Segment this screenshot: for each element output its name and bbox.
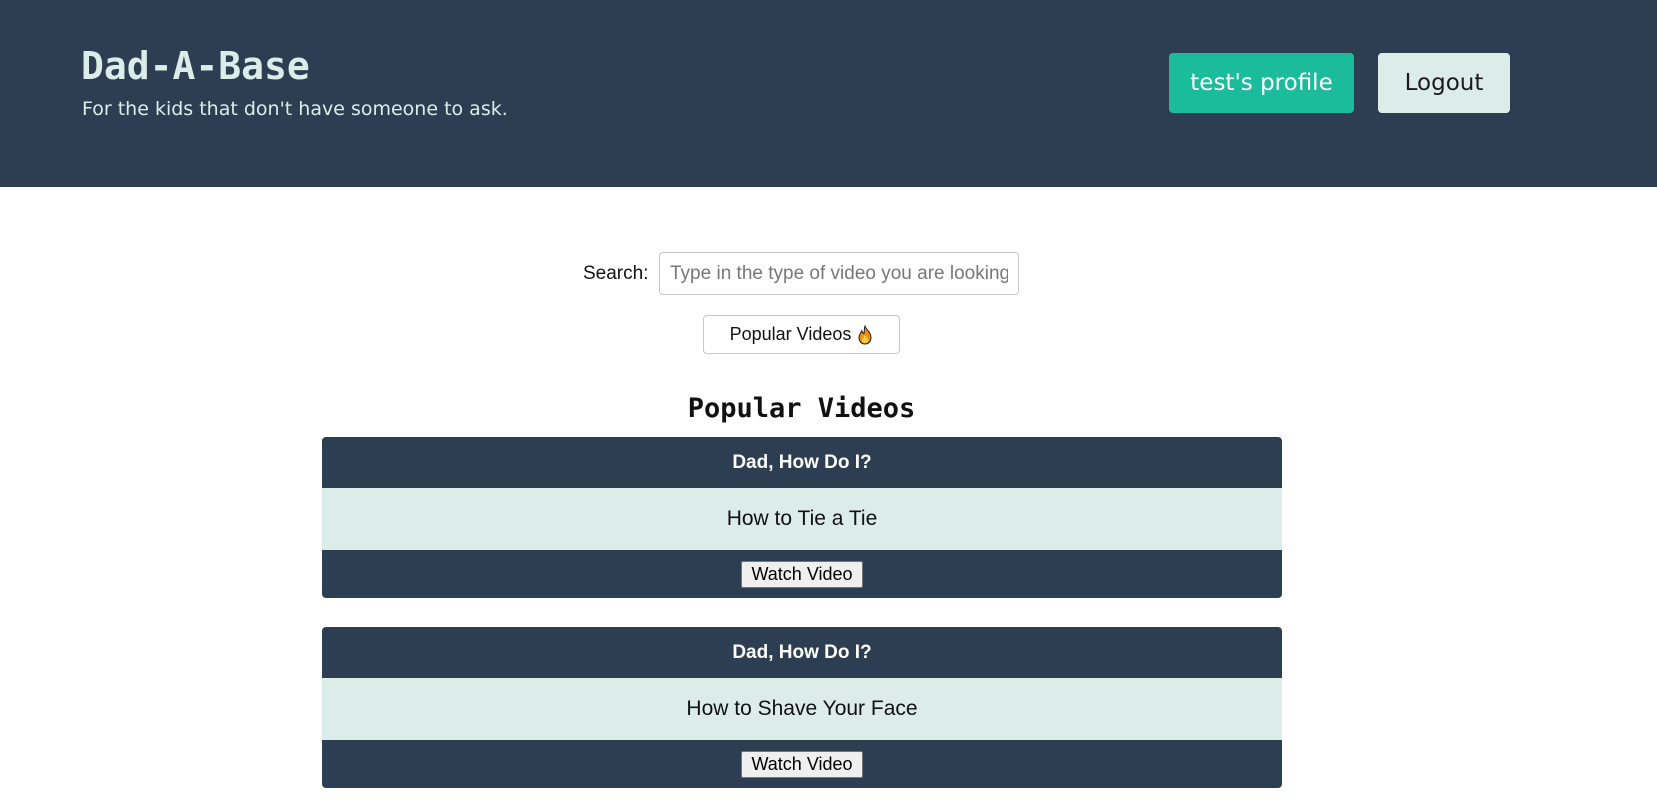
video-card-category: Dad, How Do I? — [322, 437, 1282, 488]
video-card: Dad, How Do I? How to Tie a Tie Watch Vi… — [322, 437, 1282, 598]
video-card-category: Dad, How Do I? — [322, 627, 1282, 678]
site-tagline: For the kids that don't have someone to … — [82, 98, 508, 120]
site-title: Dad-A-Base — [81, 44, 310, 88]
popular-videos-button[interactable]: Popular Videos — [703, 315, 900, 354]
profile-button[interactable]: test's profile — [1169, 53, 1354, 113]
video-card-title: How to Shave Your Face — [322, 678, 1282, 740]
watch-video-button[interactable]: Watch Video — [741, 560, 863, 588]
watch-video-button[interactable]: Watch Video — [741, 750, 863, 778]
video-card-title: How to Tie a Tie — [322, 488, 1282, 550]
logout-button[interactable]: Logout — [1378, 53, 1510, 113]
search-label: Search: — [583, 263, 649, 284]
video-card: Dad, How Do I? How to Shave Your Face Wa… — [322, 627, 1282, 788]
popular-videos-button-label: Popular Videos — [729, 324, 852, 344]
site-header: Dad-A-Base For the kids that don't have … — [0, 0, 1657, 187]
video-card-footer: Watch Video — [322, 550, 1282, 598]
video-card-footer: Watch Video — [322, 740, 1282, 788]
flame-icon — [858, 324, 872, 345]
section-title: Popular Videos — [687, 393, 916, 424]
search-input[interactable] — [659, 252, 1019, 295]
